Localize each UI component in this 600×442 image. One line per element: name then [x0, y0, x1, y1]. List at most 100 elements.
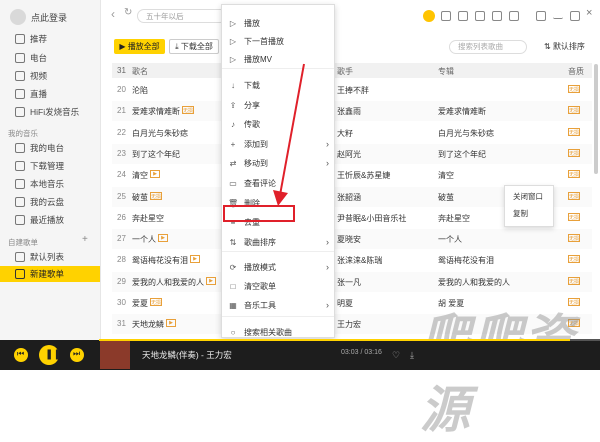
sidebar-item-hifi[interactable]: HiFi发烧音乐 — [0, 104, 100, 120]
song-title[interactable]: 沦陷 — [132, 85, 148, 96]
mv-icon[interactable]: ▶ — [190, 255, 200, 264]
song-title[interactable]: 爱难求情难断 — [132, 106, 180, 117]
minimize-icon[interactable] — [553, 11, 563, 19]
song-album[interactable]: 奔赴星空 — [438, 213, 470, 224]
album-cover[interactable] — [100, 341, 130, 369]
menu-item[interactable]: ⟳ 播放模式 › — [222, 258, 334, 276]
song-artist[interactable]: 王捧不胖 — [337, 85, 369, 96]
folder-icon[interactable] — [492, 11, 502, 21]
table-row[interactable]: 20 沦陷 王捧不胖 无损 — [112, 80, 592, 100]
mv-icon[interactable]: ▶ — [158, 234, 168, 243]
song-artist[interactable]: 王忻辰&苏星婕 — [337, 170, 390, 181]
shirt-icon[interactable] — [458, 11, 468, 21]
now-playing-title[interactable]: 天地龙鳞(伴奏) - 王力宏 — [142, 349, 232, 361]
mv-icon[interactable]: ▶ — [166, 319, 176, 328]
table-row[interactable]: 29 爱我的人和我爱的人 张一凡 爱我的人和我爱的人 无损 ▶ — [112, 271, 592, 292]
table-row[interactable]: 27 一个人 夏晓安 一个人 无损 ▶ — [112, 229, 592, 250]
mail-icon[interactable] — [475, 11, 485, 21]
close-icon[interactable]: × — [586, 7, 592, 19]
settings-icon[interactable] — [509, 11, 519, 21]
table-row[interactable]: 28 鸳语梅花没有泪 张涞涞&陈瑞 鸳语梅花没有泪 无损 ▶ — [112, 250, 592, 270]
sidebar-item-cloud[interactable]: 我的云盘 — [0, 194, 100, 210]
table-row[interactable]: 22 白月光与朱砂痣 大籽 白月光与朱砂痣 无损 — [112, 123, 592, 143]
sidebar-item-radio[interactable]: 电台 — [0, 50, 100, 66]
list-search-input[interactable]: 搜索列表歌曲 — [449, 40, 527, 54]
headphone-icon[interactable] — [441, 11, 451, 21]
close-window-item[interactable]: 关闭窗口 — [513, 191, 543, 202]
song-title[interactable]: 到了这个年纪 — [132, 149, 180, 160]
song-album[interactable]: 一个人 — [438, 234, 462, 245]
menu-item[interactable]: ⇅ 歌曲排序 › — [222, 233, 334, 251]
quality-tag: 无损 — [568, 234, 580, 243]
menu-item[interactable]: ▷ 播放 — [222, 14, 334, 32]
song-title[interactable]: 破茧 — [132, 192, 148, 203]
song-title[interactable]: 天地龙鳞 — [132, 319, 164, 330]
sidebar-item-local[interactable]: 本地音乐 — [0, 176, 100, 192]
song-album[interactable]: 清空 — [438, 170, 454, 181]
col-quality[interactable]: 音质 — [568, 66, 584, 77]
song-album[interactable]: 破茧 — [438, 192, 454, 203]
song-title[interactable]: 白月光与朱砂痣 — [132, 128, 188, 139]
prev-button[interactable]: ⏮ — [14, 348, 28, 362]
menu-item[interactable]: ▷ 下一首播放 — [222, 32, 334, 50]
song-artist[interactable]: 夏晓安 — [337, 234, 361, 245]
play-all-button[interactable]: ▶ 播放全部 — [114, 39, 165, 54]
scrollbar[interactable] — [594, 64, 598, 174]
login-link[interactable]: 点此登录 — [31, 11, 67, 24]
sidebar-item-live[interactable]: 直播 — [0, 86, 100, 102]
song-title[interactable]: 奔赴星空 — [132, 213, 164, 224]
download-all-button[interactable]: ⤓ 下载全部 — [169, 39, 219, 54]
sidebar-item-recent[interactable]: 最近播放 — [0, 212, 100, 228]
back-button[interactable]: ‹ — [111, 7, 115, 21]
pause-button[interactable]: ❚❚ — [39, 345, 62, 365]
avatar[interactable] — [10, 9, 26, 25]
refresh-button[interactable]: ↻ — [124, 7, 132, 18]
song-artist[interactable]: 尹昔眠&小田音乐社 — [337, 213, 406, 224]
col-album[interactable]: 专辑 — [438, 66, 454, 77]
song-album[interactable]: 到了这个年纪 — [438, 149, 486, 160]
song-title[interactable]: 鸳语梅花没有泪 — [132, 255, 188, 266]
menu-item[interactable]: □ 清空歌单 — [222, 277, 334, 295]
song-title[interactable]: 清空 — [132, 170, 148, 181]
song-album[interactable]: 爱难求情难断 — [438, 106, 486, 117]
mv-icon[interactable]: ▶ — [206, 276, 216, 285]
maximize-icon[interactable] — [570, 11, 580, 21]
vip-icon[interactable] — [423, 10, 435, 22]
song-title[interactable]: 爱我的人和我爱的人 — [132, 277, 204, 288]
mini-mode-icon[interactable] — [536, 11, 546, 21]
top-search-input[interactable]: 五十年以后 — [137, 9, 227, 23]
song-title[interactable]: 一个人 — [132, 234, 156, 245]
like-icon[interactable]: ♡ — [392, 350, 400, 361]
menu-item-icon: ♪ — [231, 119, 235, 129]
song-artist[interactable]: 明夏 — [337, 298, 353, 309]
song-album[interactable]: 白月光与朱砂痣 — [438, 128, 494, 139]
sidebar-item-my-radio[interactable]: 我的电台 — [0, 140, 100, 156]
col-title[interactable]: 歌名 — [132, 66, 148, 77]
default-sort-button[interactable]: ⇅ 默认排序 — [544, 41, 585, 52]
song-artist[interactable]: 张涞涞&陈瑞 — [337, 255, 382, 266]
sidebar-item-downloads[interactable]: 下载管理 — [0, 158, 100, 174]
song-album[interactable]: 鸳语梅花没有泪 — [438, 255, 494, 266]
song-artist[interactable]: 王力宏 — [337, 319, 361, 330]
mv-icon[interactable]: ▶ — [150, 170, 160, 179]
copy-item[interactable]: 复制 — [513, 208, 528, 219]
sidebar-item-default-list[interactable]: 默认列表 — [0, 249, 100, 265]
table-row[interactable]: 21 爱难求情难断 张鑫雨 爱难求情难断 无损 无损 — [112, 101, 592, 122]
song-artist[interactable]: 张韶涵 — [337, 192, 361, 203]
download-song-icon[interactable]: ⤓ — [410, 350, 414, 361]
song-title[interactable]: 爱夏 — [132, 298, 148, 309]
song-artist[interactable]: 张鑫雨 — [337, 106, 361, 117]
song-artist[interactable]: 大籽 — [337, 128, 353, 139]
menu-item[interactable]: ▦ 音乐工具 › — [222, 296, 334, 314]
song-artist[interactable]: 张一凡 — [337, 277, 361, 288]
sidebar-item-new-playlist[interactable]: 新建歌单 — [0, 266, 100, 282]
table-row[interactable]: 24 清空 王忻辰&苏星婕 清空 无损 ▶ — [112, 165, 592, 185]
sidebar-item-recommend[interactable]: 推荐 — [0, 31, 100, 47]
next-button[interactable]: ⏭ — [70, 348, 84, 362]
song-album[interactable]: 爱我的人和我爱的人 — [438, 277, 510, 288]
song-artist[interactable]: 赵阿光 — [337, 149, 361, 160]
table-row[interactable]: 23 到了这个年纪 赵阿光 到了这个年纪 无损 — [112, 143, 592, 164]
add-playlist-button[interactable]: + — [82, 234, 88, 245]
col-artist[interactable]: 歌手 — [337, 66, 353, 77]
sidebar-item-video[interactable]: 视频 — [0, 68, 100, 84]
